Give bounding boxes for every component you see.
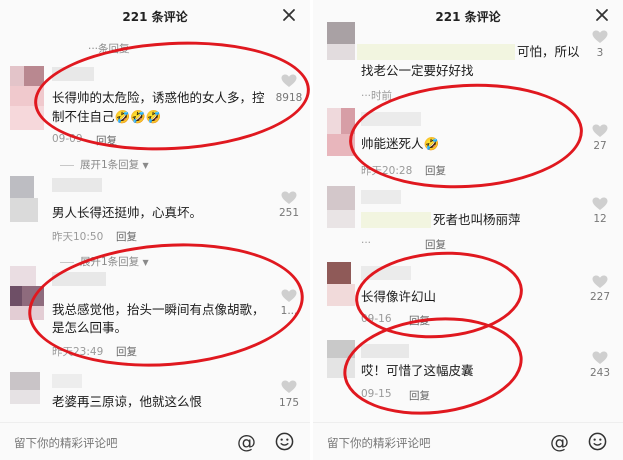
heart-icon[interactable] [281, 289, 297, 303]
like-count: 12 [593, 213, 607, 225]
avatar-blur [327, 284, 355, 306]
reply-button[interactable]: 回复 [409, 388, 430, 403]
like-count: 1... [280, 305, 298, 317]
like-count: 243 [589, 367, 611, 379]
reply-button[interactable]: 回复 [96, 133, 117, 148]
username-blur [361, 212, 431, 228]
username-blur [52, 178, 102, 192]
at-mention-icon[interactable]: @ [237, 431, 256, 453]
like-count: 175 [278, 397, 300, 409]
avatar-blur [327, 22, 355, 44]
avatar-blur [24, 66, 44, 86]
comment-time: 昨天20:28 [361, 165, 413, 177]
close-icon[interactable] [595, 8, 609, 22]
reply-button[interactable]: 回复 [425, 237, 446, 252]
heart-icon[interactable] [281, 380, 297, 394]
avatar-blur [327, 358, 355, 378]
comment-input[interactable]: 留下你的精彩评论吧 [14, 435, 118, 451]
heart-icon[interactable] [592, 197, 608, 211]
comment-panel-right: 221 条评论 可怕，所以 找老公一定要好好找 ···时前 3 帅能迷死人🤣 昨… [313, 0, 623, 460]
comments-count-title: 221 条评论 [435, 10, 501, 24]
comment-text: 我总感觉他，抬头一瞬间有点像胡歌， [52, 302, 265, 317]
avatar-blur [10, 306, 44, 320]
username-blur [361, 112, 421, 126]
emoji-icon[interactable] [275, 432, 294, 451]
avatar-blur [10, 198, 38, 222]
comment-text: 制不住自己🤣🤣🤣 [52, 109, 162, 124]
avatar-blur [341, 108, 355, 134]
comment-text: 男人长得还挺帅，心真坏。 [52, 205, 203, 220]
comment-text: 可怕，所以 [517, 44, 580, 59]
comment-panel-left: 221 条评论 ···条回复 长得帅的太危险，诱惑他的女人多，控 制不住自己🤣🤣… [0, 0, 310, 460]
avatar-blur [327, 44, 355, 60]
username-blur [52, 374, 82, 388]
comment-time: 09-09 [52, 133, 83, 145]
comment-input[interactable]: 留下你的精彩评论吧 [327, 435, 431, 451]
heart-icon[interactable] [592, 30, 608, 44]
expand-replies-button[interactable]: 展开1条回复 ▼ [60, 254, 149, 269]
comment-time: ···时前 [361, 90, 393, 102]
at-mention-icon[interactable]: @ [550, 431, 569, 453]
heart-icon[interactable] [592, 124, 608, 138]
comment-text: 老婆再三原谅，他就这么恨 [52, 394, 203, 409]
avatar-blur [327, 108, 341, 134]
username-blur [357, 44, 515, 60]
reply-button[interactable]: 回复 [116, 344, 137, 359]
comment-input-bar: 留下你的精彩评论吧 @ [0, 422, 310, 460]
comment-time: 昨天23:49 [52, 346, 104, 358]
avatar-blur [10, 390, 40, 404]
avatar-blur [10, 372, 40, 390]
reply-hint[interactable]: ···条回复 [88, 41, 130, 56]
reply-button[interactable]: 回复 [116, 229, 137, 244]
emoji-icon[interactable] [588, 432, 607, 451]
username-blur [361, 190, 401, 204]
avatar-blur [10, 106, 44, 130]
comment-text: 是怎么回事。 [52, 320, 128, 335]
avatar-blur [10, 286, 22, 306]
username-blur [52, 67, 94, 81]
comment-text: 死者也叫杨丽萍 [433, 212, 521, 227]
avatar-blur [10, 266, 36, 286]
comment-text: 找老公一定要好好找 [361, 63, 474, 78]
close-icon[interactable] [282, 8, 296, 22]
comments-count-title: 221 条评论 [122, 10, 188, 24]
comment-time: ··· [361, 237, 372, 249]
like-count: 3 [596, 47, 604, 59]
like-count: 227 [589, 291, 611, 303]
like-count: 27 [593, 140, 607, 152]
avatar-blur [10, 176, 34, 198]
avatar-blur [327, 262, 351, 284]
expand-replies-button[interactable]: 展开1条回复 ▼ [60, 157, 149, 172]
reply-button[interactable]: 回复 [425, 163, 446, 178]
avatar-blur [327, 186, 355, 210]
username-blur [361, 266, 411, 280]
username-blur [361, 344, 409, 358]
like-count: 251 [278, 207, 300, 219]
heart-icon[interactable] [592, 275, 608, 289]
comment-input-bar: 留下你的精彩评论吧 @ [313, 422, 623, 460]
avatar-blur [327, 134, 355, 156]
comment-time: 09-15 [361, 388, 392, 400]
heart-icon[interactable] [281, 74, 297, 88]
heart-icon[interactable] [281, 191, 297, 205]
avatar-blur [327, 340, 355, 358]
comment-time: 09-16 [361, 313, 392, 325]
comment-text: 长得像许幻山 [361, 289, 437, 304]
avatar-blur [22, 286, 44, 306]
like-count: 8918 [275, 92, 303, 104]
comment-text: 哎！可惜了这幅皮囊 [361, 363, 474, 378]
heart-icon[interactable] [592, 351, 608, 365]
avatar-blur [10, 66, 24, 86]
avatar-blur [10, 86, 44, 106]
comment-time: 昨天10:50 [52, 231, 104, 243]
avatar-blur [327, 210, 355, 228]
username-blur [52, 272, 106, 286]
comment-text: 帅能迷死人🤣 [361, 136, 440, 151]
comment-text: 长得帅的太危险，诱惑他的女人多，控 [52, 90, 265, 105]
reply-button[interactable]: 回复 [409, 313, 430, 328]
